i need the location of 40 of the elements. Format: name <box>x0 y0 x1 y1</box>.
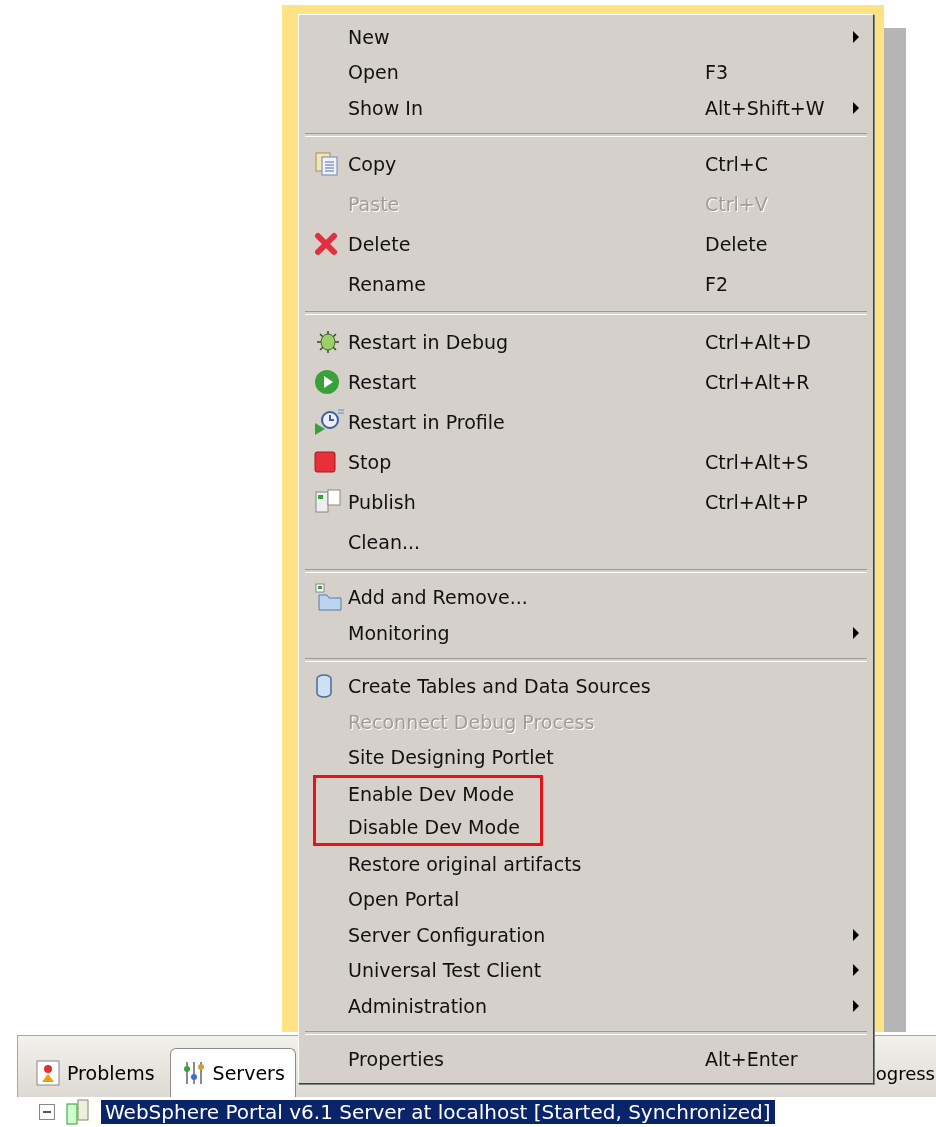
view-tab[interactable]: Problems <box>24 1048 166 1098</box>
menu-item[interactable]: Restart in Debug Ctrl+Alt+D <box>301 321 871 362</box>
menu-item[interactable]: Universal Test Client <box>301 952 871 988</box>
server-tree-item[interactable]: WebSphere Portal v6.1 Server at localhost [Started, Synchronized] <box>101 1100 775 1125</box>
tab-label: Problems <box>67 1062 155 1085</box>
stop-icon <box>313 449 337 474</box>
menu-item[interactable]: Open Portal <box>301 881 871 917</box>
tab-label: Servers <box>212 1062 285 1085</box>
view-tab[interactable]: ogress <box>874 1048 936 1098</box>
menu-item[interactable]: Copy Ctrl+C <box>301 143 871 184</box>
menu-item[interactable]: Server Configuration <box>301 917 871 953</box>
menu-item[interactable]: Create Tables and Data Sources <box>301 668 871 704</box>
menu-item[interactable]: Show In Alt+Shift+W <box>301 90 871 126</box>
folder-icon <box>313 582 345 613</box>
menu-item[interactable]: Restart in Profile <box>301 401 871 442</box>
play-icon <box>313 367 341 396</box>
menu-item[interactable]: Disable Dev Mode <box>316 810 540 843</box>
copy-icon <box>313 149 341 178</box>
menu-item[interactable]: Administration <box>301 988 871 1024</box>
menu-item[interactable]: Add and Remove... <box>301 579 871 615</box>
problems-icon <box>35 1059 61 1088</box>
menu-item[interactable]: Clean... <box>301 521 871 562</box>
menu-item[interactable]: Delete Delete <box>301 223 871 264</box>
menu-item[interactable]: Stop Ctrl+Alt+S <box>301 441 871 482</box>
menu-item[interactable]: Restart Ctrl+Alt+R <box>301 361 871 402</box>
tab-label: ogress <box>875 1062 935 1084</box>
view-tab[interactable]: Servers <box>169 1048 296 1098</box>
collapse-toggle-icon[interactable] <box>39 1104 55 1121</box>
server-icon <box>65 1098 91 1127</box>
menu-item[interactable]: Properties Alt+Enter <box>301 1041 871 1077</box>
menu-item[interactable]: Monitoring <box>301 615 871 651</box>
menu-item[interactable]: Enable Dev Mode <box>316 778 540 811</box>
menu-item[interactable]: Open F3 <box>301 54 871 90</box>
menu-item[interactable]: Site Designing Portlet <box>301 739 871 775</box>
delete-icon <box>313 230 339 257</box>
menu-item[interactable]: Rename F2 <box>301 263 871 304</box>
menu-item[interactable]: Restore original artifacts <box>301 846 871 882</box>
menu-item[interactable]: Publish Ctrl+Alt+P <box>301 481 871 522</box>
stopwatch-icon <box>313 406 345 437</box>
menu-item[interactable]: New <box>301 19 871 55</box>
